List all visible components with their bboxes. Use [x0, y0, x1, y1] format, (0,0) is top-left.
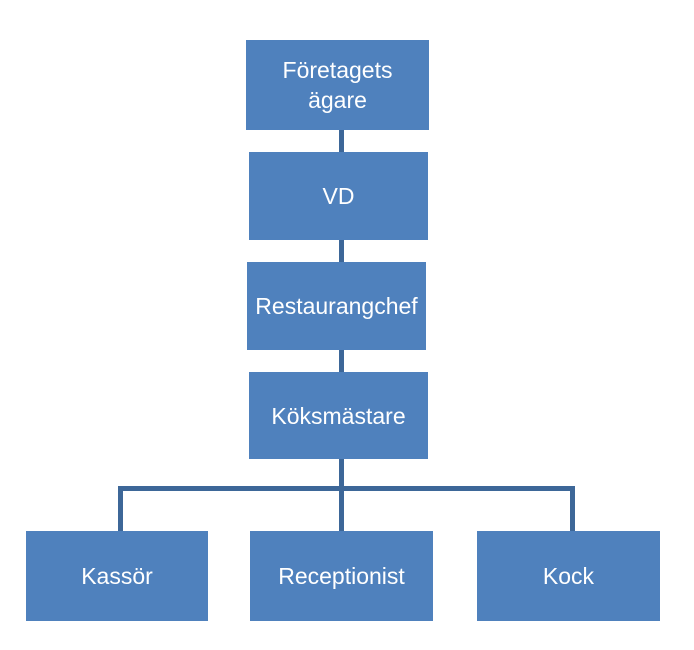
connector-manager-headchef — [339, 348, 344, 374]
node-ceo: VD — [249, 152, 428, 240]
org-chart: Företagets ägare VD Restaurangchef Köksm… — [0, 0, 694, 650]
node-head-chef: Köksmästare — [249, 372, 428, 459]
node-owner: Företagets ägare — [246, 40, 429, 130]
node-receptionist: Receptionist — [250, 531, 433, 621]
connector-to-cook — [570, 486, 575, 533]
connector-horizontal — [118, 486, 575, 491]
connector-to-cashier — [118, 486, 123, 533]
node-cook: Kock — [477, 531, 660, 621]
connector-owner-ceo — [339, 128, 344, 154]
node-cashier: Kassör — [26, 531, 208, 621]
node-restaurant-manager: Restaurangchef — [247, 262, 426, 350]
connector-ceo-manager — [339, 238, 344, 264]
connector-headchef-down — [339, 458, 344, 533]
